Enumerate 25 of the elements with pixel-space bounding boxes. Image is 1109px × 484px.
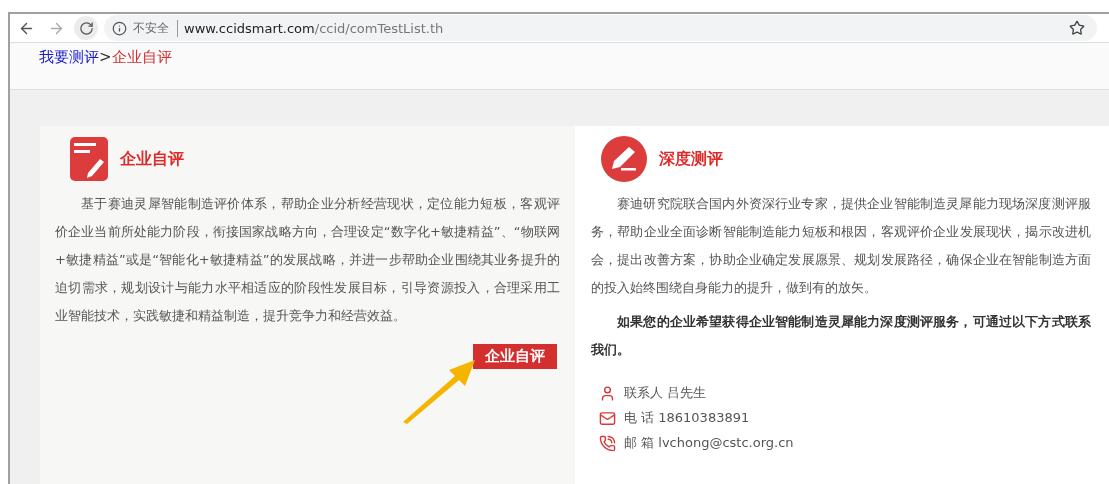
person-icon <box>599 384 616 402</box>
contact-text: 联系人 吕先生 <box>624 384 707 402</box>
contact-text: 电 话 18610383891 <box>624 409 750 427</box>
breadcrumb-separator: > <box>99 48 112 66</box>
contact-text: 邮 箱 lvchong@cstc.org.cn <box>624 434 794 452</box>
reload-icon <box>78 20 94 36</box>
phone-icon <box>599 434 616 452</box>
url-text: www.ccidsmart.com/ccid/comTestList.th <box>184 20 445 36</box>
info-icon <box>112 20 127 36</box>
section-title: 企业自评 <box>120 148 184 170</box>
address-bar[interactable]: 不安全 www.ccidsmart.com/ccid/comTestList.th <box>104 15 1097 41</box>
self-assessment-button[interactable]: 企业自评 <box>473 344 557 369</box>
security-label: 不安全 <box>133 19 178 37</box>
description-text: 基于赛迪灵犀智能制造评价体系，帮助企业分析经营现状，定位能力短板，客观评价企业当前所处能力阶段，衔接国家战略方向，合理设定“数字化+敏捷精益”、“物联网+敏捷精益”或是“智能化+敏捷精益”的发展战略，并进一步帮助企业围绕其业务提升的迫切需求，规划设计与能力水平相适应的阶段性发展目标，引导资源投入，合理采用工业智能技术，实践敏捷和精益制造，提升竞争力和经营效益。 <box>55 195 560 325</box>
breadcrumb-link[interactable]: 我要测评 <box>39 48 99 67</box>
section-title: 深度测评 <box>659 148 723 170</box>
pencil-icon <box>601 136 647 182</box>
description-text: 赛迪研究院联合国内外资深行业专家，提供企业智能制造灵犀能力现场深度测评服务，帮助企业全面诊断智能制造能力短板和根因，客观评价企业发展现状，揭示改进机会，提出改善方案，协助企业确定发展愿景、规划发展路径，确保企业在智能制造方面的投入始终围绕自身能力的提升，做到有的放矢。 <box>591 195 1091 297</box>
arrow-icon <box>401 358 477 424</box>
mail-icon <box>599 409 616 427</box>
bookmark-star-icon[interactable] <box>1069 20 1085 36</box>
notepad-icon <box>70 137 108 181</box>
breadcrumb-current: 企业自评 <box>111 48 172 67</box>
contact-note: 如果您的企业希望获得企业智能制造灵犀能力深度测评服务，可通过以下方式联系我们。 <box>591 313 1091 359</box>
reload-button[interactable] <box>74 16 98 40</box>
